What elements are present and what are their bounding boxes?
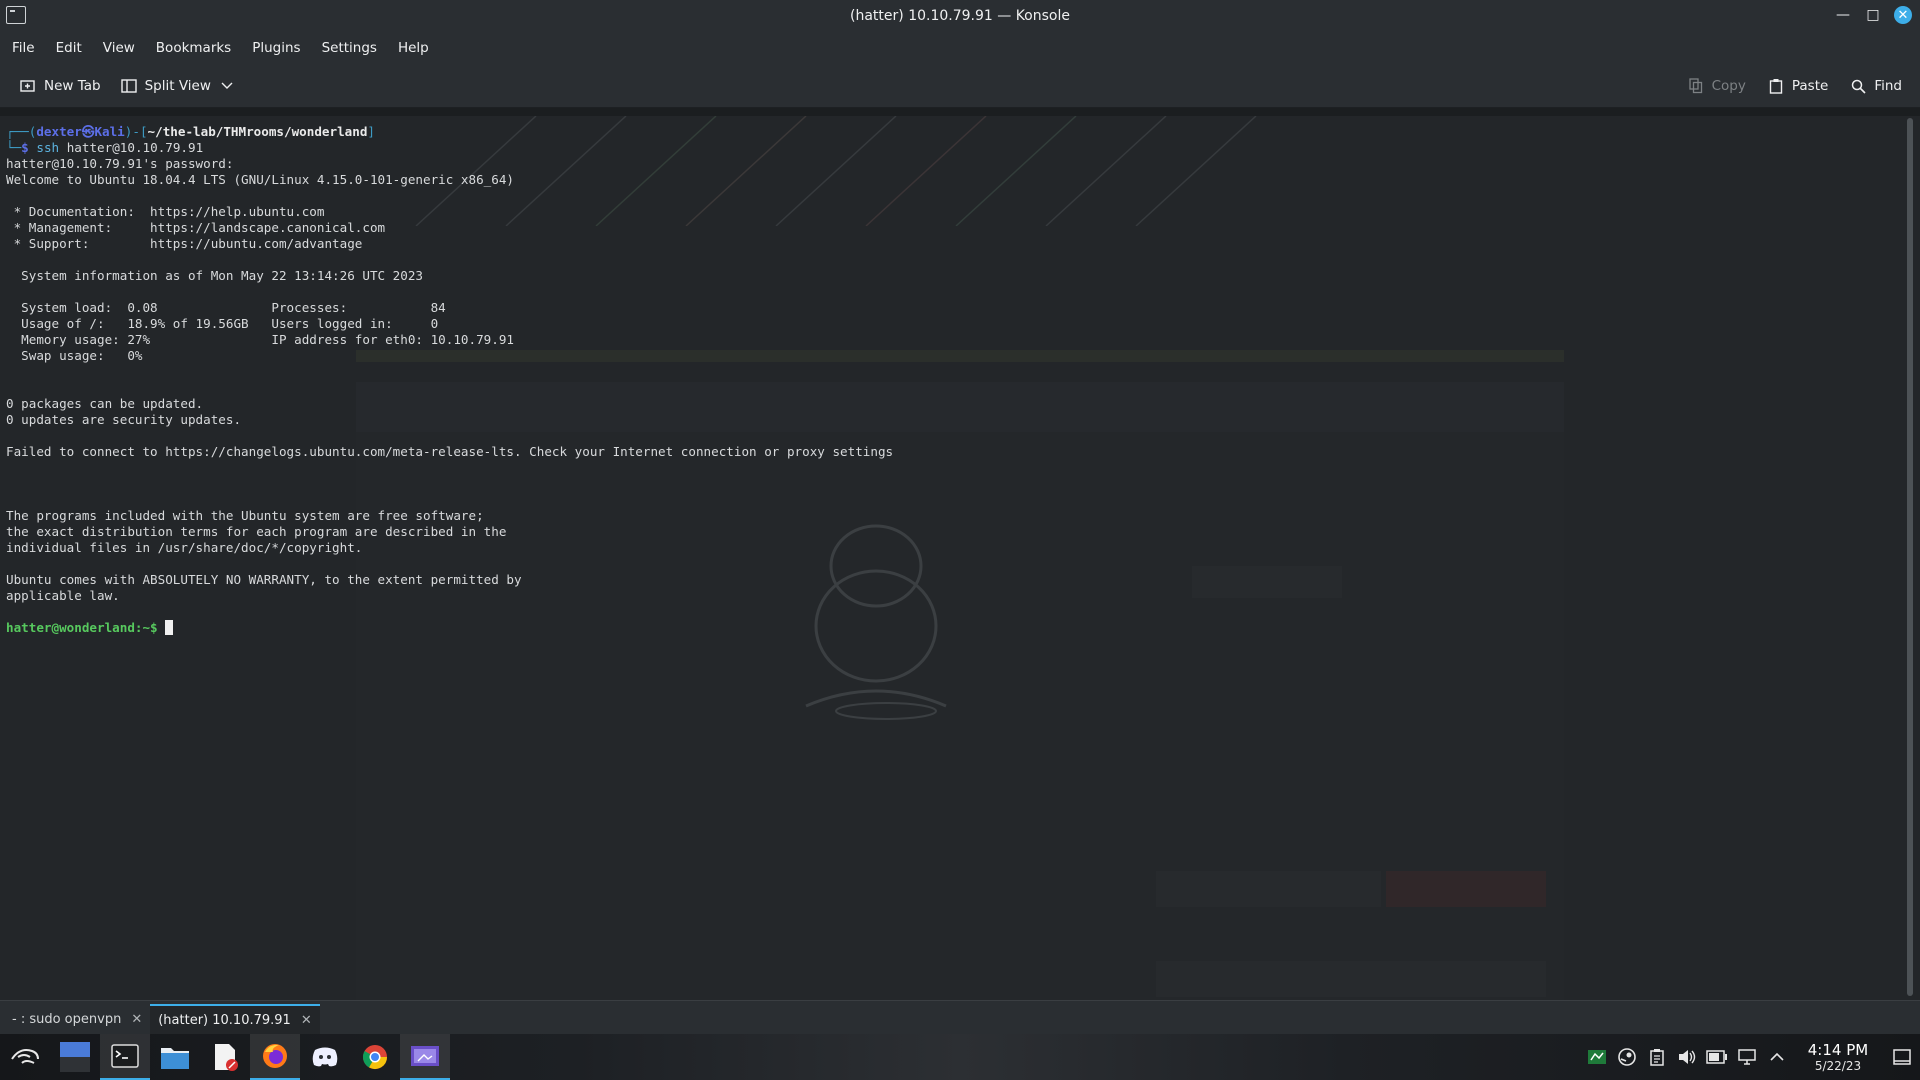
terminal-line: * Documentation: https://help.ubuntu.com — [6, 204, 325, 219]
menu-view[interactable]: View — [103, 40, 135, 56]
clipboard-icon[interactable] — [1642, 1034, 1672, 1080]
split-view-icon — [120, 78, 137, 93]
tab-bar: - : sudo openvpn ✕ (hatter) 10.10.79.91 … — [0, 1000, 1920, 1034]
taskbar: 4:14 PM 5/22/23 — [0, 1034, 1920, 1080]
prompt-path: ~/the-lab/THMrooms/wonderland — [147, 124, 368, 139]
find-button[interactable]: Find — [1850, 78, 1902, 94]
terminal-line: Swap usage: 0% — [6, 348, 143, 363]
konsole-app-icon[interactable] — [6, 6, 26, 24]
split-view-label: Split View — [144, 77, 211, 94]
expand-tray-icon[interactable] — [1762, 1034, 1792, 1080]
background-button-box — [1156, 961, 1546, 997]
new-tab-icon — [20, 79, 36, 93]
copy-icon — [1688, 78, 1704, 94]
menu-settings[interactable]: Settings — [322, 40, 377, 56]
clock-time: 4:14 PM — [1807, 1041, 1869, 1059]
maximize-icon[interactable]: □ — [1864, 6, 1882, 24]
command-args: hatter@10.10.79.91 — [66, 140, 204, 155]
terminal-line: Memory usage: 27% IP address for eth0: 1… — [6, 332, 514, 347]
terminal-line: * Management: https://landscape.canonica… — [6, 220, 386, 235]
tab-label: (hatter) 10.10.79.91 — [158, 1012, 291, 1028]
window-titlebar[interactable]: (hatter) 10.10.79.91 — Konsole — □ ✕ — [0, 0, 1920, 32]
menu-plugins[interactable]: Plugins — [252, 40, 300, 56]
konsole-icon[interactable] — [100, 1034, 150, 1080]
background-button-box — [1386, 871, 1546, 907]
network-vpn-icon[interactable] — [1582, 1034, 1612, 1080]
tab-sudo-openvpn[interactable]: - : sudo openvpn ✕ — [4, 1004, 150, 1034]
window-title: (hatter) 10.10.79.91 — Konsole — [850, 8, 1070, 24]
prompt-host: Kali — [94, 124, 125, 139]
paste-icon — [1768, 79, 1784, 94]
paste-label: Paste — [1791, 78, 1829, 94]
chrome-icon[interactable] — [350, 1034, 400, 1080]
text-editor-icon[interactable] — [200, 1034, 250, 1080]
network-icon[interactable] — [1732, 1034, 1762, 1080]
paste-button[interactable]: Paste — [1768, 78, 1828, 94]
terminal-line: Failed to connect to https://changelogs.… — [6, 444, 894, 459]
find-label: Find — [1874, 78, 1902, 94]
system-tray: 4:14 PM 5/22/23 — [1582, 1034, 1920, 1080]
show-desktop-icon[interactable] — [1884, 1034, 1920, 1080]
discord-icon[interactable] — [300, 1034, 350, 1080]
terminal-lines: hatter@10.10.79.91's password: Welcome t… — [6, 156, 893, 603]
close-icon[interactable]: ✕ — [131, 1012, 142, 1027]
minimize-icon[interactable]: — — [1834, 6, 1852, 24]
close-icon[interactable]: ✕ — [1894, 6, 1912, 24]
tab-label: - : sudo openvpn — [12, 1011, 122, 1027]
prompt-at-symbol: ㉿ — [81, 124, 95, 139]
terminal-line: applicable law. — [6, 588, 120, 603]
menu-file[interactable]: File — [12, 40, 35, 56]
toolbar: New Tab Split View Copy Paste Find — [0, 64, 1920, 108]
background-button-box — [1192, 566, 1342, 598]
terminal-line: Ubuntu comes with ABSOLUTELY NO WARRANTY… — [6, 572, 522, 587]
prompt-user: dexter — [36, 124, 82, 139]
battery-icon[interactable] — [1702, 1034, 1732, 1080]
final-prompt: hatter@wonderland:~$ — [6, 620, 166, 635]
background-button-box — [1156, 871, 1381, 907]
kali-menu-icon[interactable] — [0, 1034, 50, 1080]
tab-hatter-ssh[interactable]: (hatter) 10.10.79.91 ✕ — [150, 1004, 320, 1034]
search-icon — [1850, 79, 1866, 94]
terminal-line: Usage of /: 18.9% of 19.56GB Users logge… — [6, 316, 439, 331]
split-view-button[interactable]: Split View — [120, 77, 235, 94]
terminal-line: * Support: https://ubuntu.com/advantage — [6, 236, 363, 251]
chevron-down-icon[interactable] — [219, 79, 235, 93]
volume-icon[interactable] — [1672, 1034, 1702, 1080]
terminal-line: the exact distribution terms for each pr… — [6, 524, 507, 539]
terminal-line: 0 updates are security updates. — [6, 412, 242, 427]
terminal-line: hatter@10.10.79.91's password: — [6, 156, 234, 171]
terminal-cursor — [165, 620, 174, 635]
terminal-line: The programs included with the Ubuntu sy… — [6, 508, 484, 523]
screenshot-icon[interactable] — [400, 1034, 450, 1080]
scrollbar-thumb[interactable] — [1907, 118, 1913, 996]
menu-bar: File Edit View Bookmarks Plugins Setting… — [0, 32, 1920, 64]
copy-label: Copy — [1711, 78, 1746, 94]
terminal-line: System information as of Mon May 22 13:1… — [6, 268, 424, 283]
firefox-icon[interactable] — [250, 1034, 300, 1080]
close-icon[interactable]: ✕ — [301, 1013, 312, 1028]
file-manager-icon[interactable] — [150, 1034, 200, 1080]
new-tab-label: New Tab — [44, 77, 101, 94]
terminal-line: Welcome to Ubuntu 18.04.4 LTS (GNU/Linux… — [6, 172, 514, 187]
desktop-pager-icon[interactable] — [50, 1034, 100, 1080]
copy-button[interactable]: Copy — [1688, 78, 1746, 94]
terminal-line: individual files in /usr/share/doc/*/cop… — [6, 540, 363, 555]
steam-icon[interactable] — [1612, 1034, 1642, 1080]
menu-edit[interactable]: Edit — [56, 40, 82, 56]
terminal-scrollbar[interactable] — [1902, 116, 1920, 1000]
terminal-output: ┌──(dexter㉿Kali)-[~/the-lab/THMrooms/won… — [6, 124, 894, 635]
terminal-view[interactable]: ┌──(dexter㉿Kali)-[~/the-lab/THMrooms/won… — [0, 116, 1902, 1000]
menu-help[interactable]: Help — [398, 40, 429, 56]
new-tab-button[interactable]: New Tab — [20, 78, 101, 94]
terminal-line: 0 packages can be updated. — [6, 396, 204, 411]
terminal-line: System load: 0.08 Processes: 84 — [6, 300, 446, 315]
clock[interactable]: 4:14 PM 5/22/23 — [1798, 1041, 1878, 1073]
menu-bookmarks[interactable]: Bookmarks — [156, 40, 231, 56]
clock-date: 5/22/23 — [1814, 1059, 1862, 1073]
